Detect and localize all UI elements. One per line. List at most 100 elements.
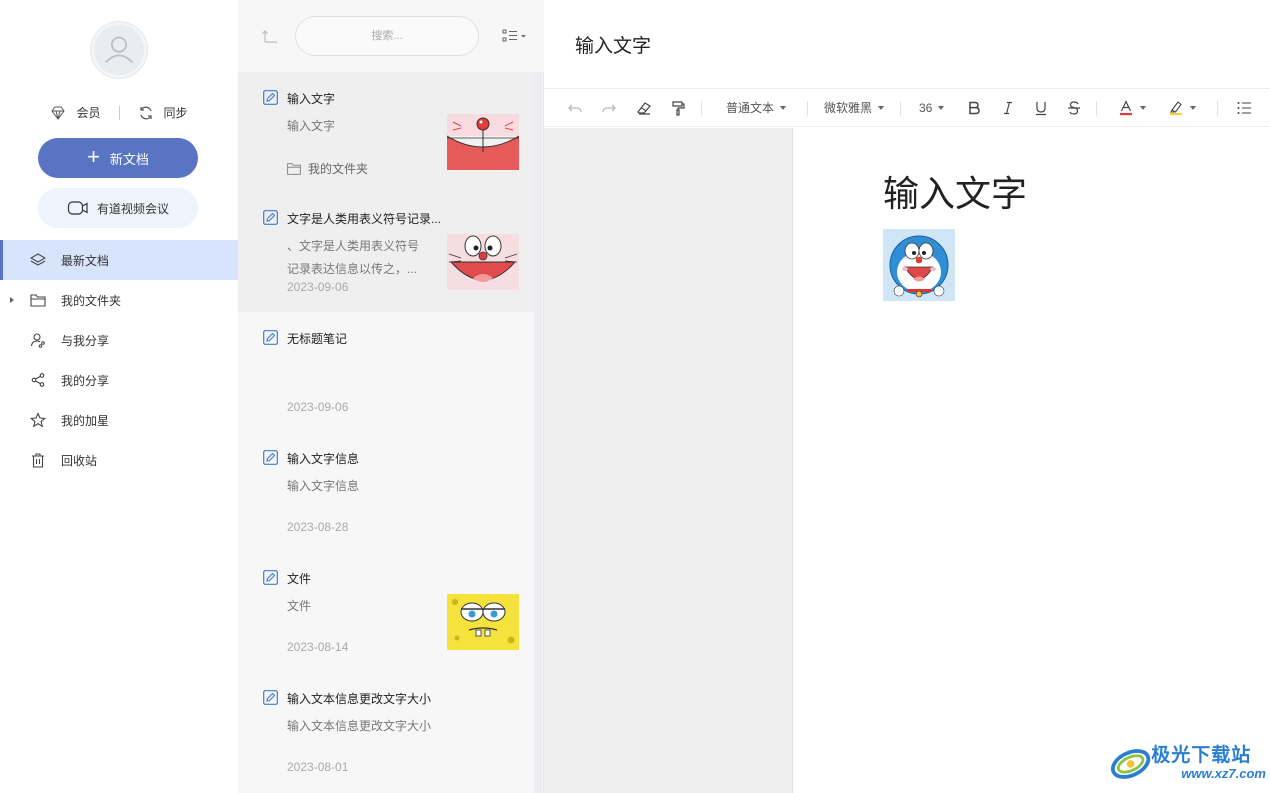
bold-button[interactable]: [966, 89, 982, 126]
editor-toolbar: 普通文本 微软雅黑 36: [544, 88, 1270, 127]
format-painter-button[interactable]: [670, 89, 686, 126]
video-meeting-button[interactable]: 有道视频会议: [38, 188, 198, 228]
doraemon-image: [883, 229, 955, 301]
search-input[interactable]: [295, 16, 479, 56]
sidebar-item-starred[interactable]: 我的加星: [0, 400, 238, 440]
watermark-url: www.xz7.com: [1181, 766, 1266, 781]
sidebar-item-label: 我的文件夹: [61, 293, 122, 308]
list-view-toggle-icon[interactable]: [502, 28, 528, 44]
note-list-item[interactable]: 文件 文件 2023-08-14: [238, 552, 534, 672]
note-list-toolbar: [238, 0, 544, 72]
note-icon: [263, 330, 278, 345]
toolbar-divider: [701, 101, 702, 116]
highlight-color-button[interactable]: [1168, 89, 1196, 126]
paragraph-style-dropdown[interactable]: 普通文本: [726, 89, 787, 126]
trash-icon: [32, 453, 44, 468]
note-title: 输入文字: [287, 92, 336, 106]
watermark-cn: 极光下载站: [1151, 744, 1252, 766]
caret-down-icon: [780, 105, 787, 110]
strikethrough-button[interactable]: [1066, 89, 1082, 126]
video-meeting-label: 有道视频会议: [96, 201, 169, 216]
note-title: 输入文本信息更改文字大小: [287, 692, 432, 706]
sidebar-nav: 最新文档 我的文件夹 与我分享 我的分享 我的加星 回收站: [0, 240, 238, 480]
caret-down-icon: [878, 105, 885, 110]
format-painter-icon: [672, 100, 685, 116]
font-color-icon: [1120, 99, 1132, 115]
editor-panel: 输入文字 普通文本 微软雅黑 36 输入文字: [544, 0, 1270, 793]
star-icon: [30, 412, 46, 428]
member-button[interactable]: 会员: [50, 104, 101, 121]
note-title: 文字是人类用表义符号记录...: [287, 212, 442, 226]
note-date: 2023-09-06: [287, 400, 349, 414]
folder-icon: [287, 162, 301, 175]
undo-icon: [568, 104, 582, 112]
doraemon-face-image: [447, 234, 519, 290]
note-title: 文件: [287, 572, 312, 586]
font-family-value: 微软雅黑: [824, 101, 873, 115]
note-icon: [263, 690, 278, 705]
italic-button[interactable]: [1000, 89, 1016, 126]
sidebar-item-my-shares[interactable]: 我的分享: [0, 360, 238, 400]
editor-gutter: [544, 128, 793, 793]
redo-icon: [602, 104, 616, 112]
document-heading[interactable]: 输入文字: [883, 165, 1027, 217]
sidebar-item-label: 与我分享: [61, 333, 110, 348]
sidebar-item-label: 我的分享: [61, 373, 110, 388]
note-icon: [263, 210, 278, 225]
plus-icon: +: [87, 144, 100, 169]
note-list-item[interactable]: 输入文本信息更改文字大小 输入文本信息更改文字大小 2023-08-01: [238, 672, 534, 792]
font-size-value: 36: [919, 100, 933, 115]
note-date: 2023-08-28: [287, 520, 349, 534]
spongebob-image: [447, 594, 519, 650]
document-page[interactable]: 输入文字: [794, 128, 1270, 793]
doraemon-mouth-image: [447, 114, 519, 170]
eraser-icon: [637, 101, 651, 115]
font-family-dropdown[interactable]: 微软雅黑: [824, 89, 885, 126]
note-list-item[interactable]: 输入文字 输入文字 我的文件夹: [238, 72, 534, 192]
note-list-item[interactable]: 文字是人类用表义符号记录... 、文字是人类用表义符号记录表达信息以传之，...…: [238, 192, 534, 312]
sidebar-item-my-folders[interactable]: 我的文件夹: [0, 280, 238, 320]
new-document-button[interactable]: + 新文档: [38, 138, 198, 178]
caret-down-icon: [1140, 105, 1146, 110]
sidebar-item-shared-with-me[interactable]: 与我分享: [0, 320, 238, 360]
toolbar-divider: [807, 101, 808, 116]
document-image[interactable]: [883, 229, 955, 301]
italic-icon: [1004, 101, 1012, 114]
divider: [118, 105, 120, 120]
video-camera-icon: [67, 201, 88, 215]
site-watermark: 极光下载站 www.xz7.com: [1108, 740, 1266, 786]
expand-arrow-icon[interactable]: [10, 297, 14, 303]
bullet-list-icon: [1237, 101, 1251, 114]
avatar[interactable]: [91, 22, 147, 78]
note-icon: [263, 450, 278, 465]
font-size-dropdown[interactable]: 36: [919, 89, 945, 126]
sidebar-item-trash[interactable]: 回收站: [0, 440, 238, 480]
document-title[interactable]: 输入文字: [575, 31, 651, 58]
sync-label: 同步: [163, 106, 188, 120]
sidebar-item-recent[interactable]: 最新文档: [0, 240, 238, 280]
shared-with-me-icon: [30, 333, 45, 348]
note-list-item[interactable]: 输入文字信息 输入文字信息 2023-08-28: [238, 432, 534, 552]
note-list-item[interactable]: 无标题笔记 2023-09-06: [238, 312, 534, 432]
font-color-button[interactable]: [1118, 89, 1146, 126]
paragraph-style-value: 普通文本: [726, 101, 775, 115]
sidebar-item-label: 我的加星: [61, 413, 110, 428]
bullet-list-button[interactable]: [1236, 89, 1252, 126]
sync-button[interactable]: 同步: [138, 104, 188, 121]
sidebar-item-label: 最新文档: [61, 253, 110, 268]
undo-button[interactable]: [567, 89, 583, 126]
toolbar-divider: [1217, 101, 1218, 116]
toolbar-divider: [900, 101, 901, 116]
toolbar-divider: [1096, 101, 1097, 116]
new-document-label: 新文档: [109, 151, 149, 167]
note-list-scrollbar[interactable]: [534, 72, 542, 793]
underline-button[interactable]: [1033, 89, 1049, 126]
account-row: 会员 同步: [0, 104, 238, 121]
note-date: 2023-09-06: [287, 280, 349, 294]
clear-format-button[interactable]: [636, 89, 652, 126]
member-label: 会员: [76, 106, 101, 120]
back-up-icon[interactable]: [261, 27, 279, 45]
redo-button[interactable]: [601, 89, 617, 126]
note-icon: [263, 90, 278, 105]
caret-down-icon: [1190, 105, 1196, 110]
